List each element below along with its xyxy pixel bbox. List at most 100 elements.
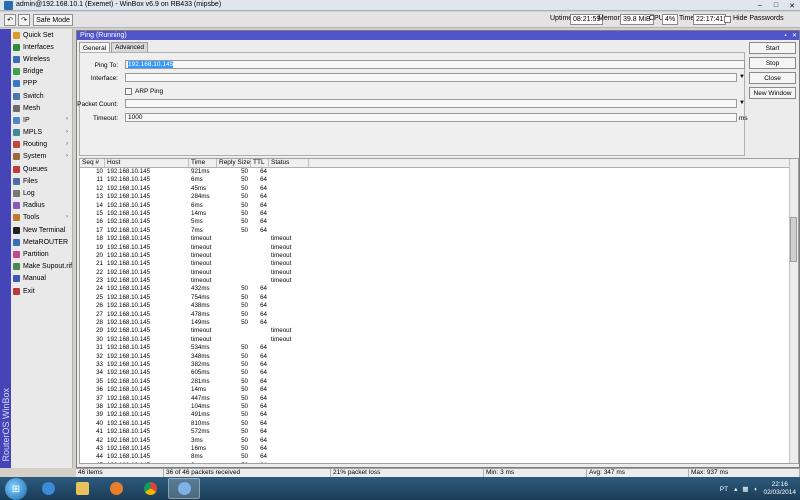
- table-row[interactable]: 19 192.168.10.145 timeout timeout: [80, 244, 798, 252]
- start-button-windows-icon[interactable]: ⊞: [5, 478, 27, 500]
- undo-button[interactable]: ↶: [4, 14, 16, 26]
- table-row[interactable]: 28 192.168.10.145 149ms 50 64: [80, 319, 798, 327]
- table-row[interactable]: 44 192.168.10.145 8ms 50 64: [80, 453, 798, 461]
- clock[interactable]: 22:16 02/03/2014: [763, 481, 796, 497]
- table-row[interactable]: 27 192.168.10.145 478ms 50 64: [80, 311, 798, 319]
- table-row[interactable]: 23 192.168.10.145 timeout timeout: [80, 277, 798, 285]
- sidebar-item-interfaces[interactable]: Interfaces: [11, 41, 72, 53]
- network-icon[interactable]: ▦: [742, 485, 748, 493]
- table-row[interactable]: 30 192.168.10.145 timeout timeout: [80, 336, 798, 344]
- table-row[interactable]: 35 192.168.10.145 281ms 50 64: [80, 378, 798, 386]
- sidebar-item-switch[interactable]: Switch: [11, 90, 72, 102]
- sidebar-item-radius[interactable]: Radius: [11, 200, 72, 212]
- taskbar-winbox[interactable]: [168, 478, 200, 499]
- sidebar-item-make-supout-rif[interactable]: Make Supout.rif: [11, 261, 72, 273]
- sidebar-item-log[interactable]: Log: [11, 187, 72, 199]
- sidebar-item-routing[interactable]: Routing ›: [11, 139, 72, 151]
- ping-window-minimize-button[interactable]: ▪: [781, 31, 790, 40]
- table-row[interactable]: 15 192.168.10.145 14ms 50 64: [80, 210, 798, 218]
- close-window-button[interactable]: Close: [749, 72, 796, 84]
- sidebar-item-wireless[interactable]: Wireless: [11, 53, 72, 65]
- sidebar-item-partition[interactable]: Partition: [11, 248, 72, 260]
- new-window-button[interactable]: New Window: [749, 87, 796, 99]
- table-row[interactable]: 33 192.168.10.145 382ms 50 64: [80, 361, 798, 369]
- taskbar-media[interactable]: [100, 478, 132, 499]
- table-row[interactable]: 38 192.168.10.145 104ms 50 64: [80, 403, 798, 411]
- col-ttl[interactable]: TTL: [251, 159, 269, 167]
- sidebar-item-mpls[interactable]: MPLS ›: [11, 127, 72, 139]
- sidebar-item-ppp[interactable]: PPP: [11, 78, 72, 90]
- taskbar-ie[interactable]: [32, 478, 64, 499]
- sidebar-item-quick-set[interactable]: Quick Set: [11, 29, 72, 41]
- taskbar-explorer[interactable]: [66, 478, 98, 499]
- sidebar-item-new-terminal[interactable]: New Terminal: [11, 224, 72, 236]
- sidebar-item-mesh[interactable]: Mesh: [11, 102, 72, 114]
- sidebar-item-ip[interactable]: IP ›: [11, 114, 72, 126]
- tab-advanced[interactable]: Advanced: [111, 42, 149, 52]
- stop-button[interactable]: Stop: [749, 57, 796, 69]
- table-row[interactable]: 29 192.168.10.145 timeout timeout: [80, 327, 798, 335]
- table-row[interactable]: 20 192.168.10.145 timeout timeout: [80, 252, 798, 260]
- volume-icon[interactable]: ◖: [754, 486, 758, 493]
- table-row[interactable]: 21 192.168.10.145 timeout timeout: [80, 260, 798, 268]
- hide-passwords-checkbox[interactable]: [724, 16, 731, 23]
- vertical-scrollbar[interactable]: [789, 159, 798, 463]
- col-status[interactable]: Status: [269, 159, 309, 167]
- interface-select[interactable]: [125, 73, 737, 82]
- sidebar-item-exit[interactable]: Exit: [11, 285, 72, 297]
- maximize-button[interactable]: □: [768, 0, 784, 11]
- sidebar-item-bridge[interactable]: Bridge: [11, 66, 72, 78]
- language-indicator[interactable]: PT: [720, 486, 728, 493]
- table-row[interactable]: 34 192.168.10.145 605ms 50 64: [80, 369, 798, 377]
- ping-window-close-button[interactable]: ✕: [790, 31, 799, 40]
- table-row[interactable]: 14 192.168.10.145 6ms 50 64: [80, 202, 798, 210]
- interface-dropdown-arrow-icon[interactable]: ▼: [739, 74, 745, 80]
- table-row[interactable]: 42 192.168.10.145 3ms 50 64: [80, 437, 798, 445]
- table-row[interactable]: 12 192.168.10.145 45ms 50 64: [80, 185, 798, 193]
- sidebar-item-manual[interactable]: Manual: [11, 273, 72, 285]
- table-row[interactable]: 17 192.168.10.145 7ms 50 64: [80, 227, 798, 235]
- scrollbar-thumb[interactable]: [790, 217, 797, 262]
- sidebar-item-queues[interactable]: Queues: [11, 163, 72, 175]
- table-row[interactable]: 45192.168.10.1456ms5064: [80, 462, 798, 463]
- sidebar-item-tools[interactable]: Tools ›: [11, 212, 72, 224]
- table-row[interactable]: 36 192.168.10.145 14ms 50 64: [80, 386, 798, 394]
- table-row[interactable]: 31 192.168.10.145 534ms 50 64: [80, 344, 798, 352]
- table-row[interactable]: 32 192.168.10.145 348ms 50 64: [80, 353, 798, 361]
- table-row[interactable]: 24 192.168.10.145 432ms 50 64: [80, 285, 798, 293]
- taskbar-chrome[interactable]: [134, 478, 166, 499]
- safe-mode-button[interactable]: Safe Mode: [33, 14, 73, 26]
- start-button[interactable]: Start: [749, 42, 796, 54]
- table-row[interactable]: 41 192.168.10.145 572ms 50 64: [80, 428, 798, 436]
- table-row[interactable]: 37 192.168.10.145 447ms 50 64: [80, 395, 798, 403]
- cell-reply-size: 50: [241, 402, 248, 410]
- table-row[interactable]: 11 192.168.10.145 6ms 50 64: [80, 176, 798, 184]
- table-row[interactable]: 43 192.168.10.145 16ms 50 64: [80, 445, 798, 453]
- col-seq[interactable]: Seq #: [80, 159, 105, 167]
- arp-ping-checkbox[interactable]: [125, 88, 132, 95]
- table-row[interactable]: 10 192.168.10.145 921ms 50 64: [80, 168, 798, 176]
- col-reply-size[interactable]: Reply Size: [217, 159, 251, 167]
- minimize-button[interactable]: –: [752, 0, 768, 11]
- packet-count-dropdown-arrow-icon[interactable]: ▼: [739, 100, 745, 106]
- tray-up-arrow-icon[interactable]: ▴: [734, 485, 737, 493]
- table-row[interactable]: 40 192.168.10.145 810ms 50 64: [80, 420, 798, 428]
- ping-to-input[interactable]: 192.168.10.145: [125, 60, 745, 69]
- col-host[interactable]: Host: [105, 159, 189, 167]
- redo-button[interactable]: ↷: [18, 14, 30, 26]
- table-row[interactable]: 26 192.168.10.145 438ms 50 64: [80, 302, 798, 310]
- close-button[interactable]: ✕: [784, 0, 800, 11]
- cell-status: [269, 386, 309, 394]
- sidebar-item-system[interactable]: System ›: [11, 151, 72, 163]
- table-row[interactable]: 22 192.168.10.145 timeout timeout: [80, 269, 798, 277]
- table-row[interactable]: 39 192.168.10.145 491ms 50 64: [80, 411, 798, 419]
- packet-count-input[interactable]: [125, 99, 737, 108]
- sidebar-item-metarouter[interactable]: MetaROUTER: [11, 236, 72, 248]
- sidebar-item-files[interactable]: Files: [11, 175, 72, 187]
- table-row[interactable]: 18 192.168.10.145 timeout timeout: [80, 235, 798, 243]
- col-time[interactable]: Time: [189, 159, 217, 167]
- table-row[interactable]: 16 192.168.10.145 5ms 50 64: [80, 218, 798, 226]
- table-row[interactable]: 25 192.168.10.145 754ms 50 64: [80, 294, 798, 302]
- timeout-input[interactable]: 1000: [125, 113, 737, 122]
- table-row[interactable]: 13 192.168.10.145 284ms 50 64: [80, 193, 798, 201]
